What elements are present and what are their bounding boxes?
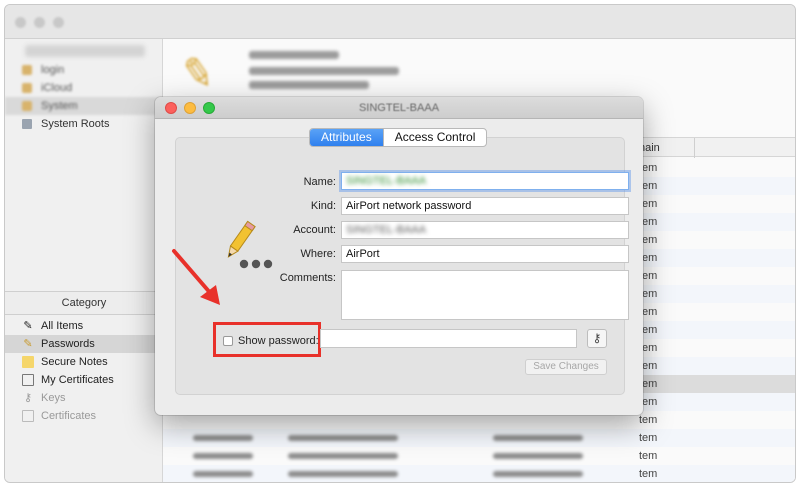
item-info-dialog: SINGTEL-BAAA Name: SINGTEL-BAAA Kind: Ai…: [155, 97, 643, 415]
category-passwords[interactable]: ✎ Passwords: [5, 335, 163, 353]
kind-value: AirPort network password: [346, 200, 472, 212]
lock-icon: [22, 101, 32, 111]
row-keychain-cell: tem: [639, 432, 658, 444]
save-changes-button[interactable]: Save Changes: [525, 359, 607, 375]
row-blurred-cell: [288, 471, 398, 477]
row-blurred-cell: [288, 435, 398, 441]
tab-control: Attributes Access Control: [309, 128, 488, 147]
background-window-controls: [15, 17, 64, 28]
comments-label: Comments:: [279, 272, 336, 284]
row-keychain-cell: tem: [639, 450, 658, 462]
row-blurred-cell: [288, 453, 398, 459]
tab-access-control[interactable]: Access Control: [382, 129, 487, 146]
account-field[interactable]: SINGTEL-BAAA: [341, 221, 629, 239]
keychain-item-login[interactable]: login: [5, 61, 163, 79]
keychain-item-label: System: [41, 100, 78, 112]
row-blurred-cell: [193, 471, 253, 477]
where-label: Where:: [300, 248, 336, 260]
keys-icon: ⚷: [23, 392, 33, 404]
category-header: Category: [5, 291, 163, 315]
lock-icon: [22, 83, 32, 93]
name-value: SINGTEL-BAAA: [346, 175, 427, 187]
category-label: Passwords: [41, 338, 95, 350]
kind-label: Kind:: [310, 200, 336, 212]
account-value: SINGTEL-BAAA: [346, 224, 427, 236]
row-blurred-cell: [493, 471, 583, 477]
keychains-header: [25, 45, 145, 57]
show-password-highlight: Show password:: [213, 322, 321, 357]
row-blurred-cell: [493, 453, 583, 459]
keychain-item-label: System Roots: [41, 118, 110, 130]
category-all-items[interactable]: ✎ All Items: [5, 317, 163, 335]
where-value: AirPort: [346, 248, 380, 260]
tab-attributes[interactable]: Attributes: [310, 129, 383, 146]
certificates-icon: [22, 410, 34, 422]
secure-notes-icon: [22, 356, 34, 368]
keychain-item-system[interactable]: System: [5, 97, 163, 115]
key-icon[interactable]: ⚷: [587, 329, 607, 348]
category-keys[interactable]: ⚷ Keys: [5, 389, 163, 407]
category-secure-notes[interactable]: Secure Notes: [5, 353, 163, 371]
name-label: Name:: [303, 176, 336, 188]
keychain-toolbar: [5, 5, 795, 39]
dialog-title: SINGTEL-BAAA: [358, 102, 440, 114]
category-label: Certificates: [41, 410, 97, 422]
column-separator: [694, 138, 695, 158]
row-blurred-cell: [193, 453, 253, 459]
row-blurred-cell: [193, 435, 253, 441]
table-row[interactable]: tem: [163, 447, 795, 465]
all-items-icon: ✎: [23, 320, 33, 332]
red-arrow-annotation: [172, 249, 220, 305]
row-keychain-cell: tem: [639, 468, 658, 480]
kind-field[interactable]: AirPort network password: [341, 197, 629, 215]
show-password-label[interactable]: Show password:: [238, 332, 319, 350]
screenshot-frame: login iCloud System System Roots Categor…: [4, 4, 796, 483]
show-password-checkbox[interactable]: [223, 336, 233, 346]
comments-field[interactable]: [341, 270, 629, 320]
category-my-certificates[interactable]: My Certificates: [5, 371, 163, 389]
row-keychain-cell: tem: [639, 414, 658, 426]
category-certificates[interactable]: Certificates: [5, 407, 163, 425]
where-field[interactable]: AirPort: [341, 245, 629, 263]
item-summary-line: [249, 81, 369, 89]
dialog-titlebar: SINGTEL-BAAA: [155, 97, 643, 119]
keychain-item-label: login: [41, 64, 65, 76]
name-field[interactable]: SINGTEL-BAAA: [341, 172, 629, 190]
table-row[interactable]: tem: [163, 465, 795, 482]
item-pencil-icon: ✎: [177, 49, 219, 99]
item-summary-line: [249, 51, 339, 59]
lock-icon: [22, 65, 32, 75]
keychain-item-label: iCloud: [41, 82, 73, 94]
category-label: Keys: [41, 392, 66, 404]
keychain-item-icloud[interactable]: iCloud: [5, 79, 163, 97]
passwords-icon: ✎: [23, 338, 33, 350]
cabinet-icon: [22, 119, 32, 129]
item-summary-line: [249, 67, 399, 75]
category-label: All Items: [41, 320, 84, 332]
row-blurred-cell: [493, 435, 583, 441]
my-certificates-icon: [22, 374, 34, 386]
keychain-item-system-roots[interactable]: System Roots: [5, 115, 163, 133]
password-field[interactable]: [320, 329, 577, 348]
keychain-sidebar: login iCloud System System Roots Categor…: [5, 39, 163, 482]
account-label: Account:: [293, 224, 336, 236]
category-label: Secure Notes: [41, 356, 108, 368]
table-row[interactable]: tem: [163, 429, 795, 447]
category-label: My Certificates: [41, 374, 114, 386]
